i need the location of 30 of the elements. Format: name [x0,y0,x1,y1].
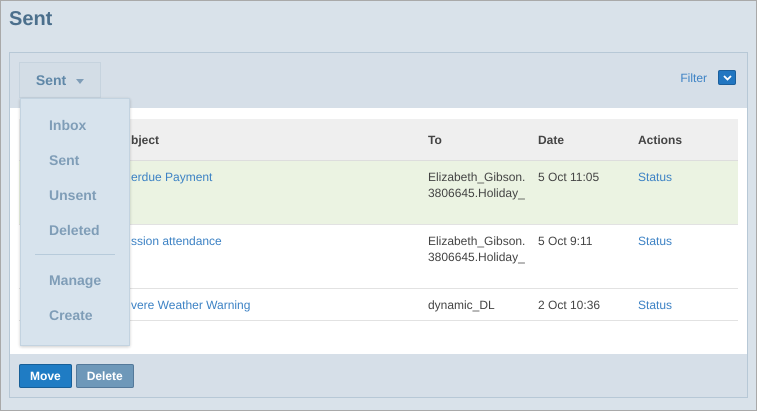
date-cell: 5 Oct 9:11 [538,234,592,248]
subject-link[interactable]: vere Weather Warning [131,298,250,312]
menu-item[interactable]: Deleted [21,213,129,248]
status-link[interactable]: Status [638,170,672,184]
date-cell: 5 Oct 11:05 [538,170,600,184]
status-link[interactable]: Status [638,234,672,248]
column-header: To [428,132,442,146]
menu-item[interactable]: Create [21,298,129,333]
menu-item[interactable]: Manage [21,263,129,298]
page-title: Sent [9,7,54,31]
recipient-cell: Elizabeth_Gibson. 3806645.Holiday_ [428,234,526,264]
date-cell: 2 Oct 10:36 [538,298,600,312]
folder-dropdown-button[interactable]: Sent [19,62,101,98]
column-header: Actions [638,132,682,146]
caret-icon [76,79,84,84]
column-header: Date [538,132,564,146]
subject-link[interactable]: ssion attendance [131,234,222,248]
recipient-cell: Elizabeth_Gibson. 3806645.Holiday_ [428,170,526,200]
filter-toggle-button[interactable] [718,70,736,85]
delete-button[interactable]: Delete [76,364,134,388]
menu-item[interactable]: Sent [21,143,129,178]
column-header: bject [131,132,160,146]
menu-item[interactable]: Unsent [21,178,129,213]
filter-link[interactable]: Filter [680,70,707,84]
subject-link[interactable]: erdue Payment [131,170,212,184]
menu-item[interactable]: Inbox [21,108,129,143]
move-button[interactable]: Move [19,364,72,388]
status-link[interactable]: Status [638,298,672,312]
recipient-cell: dynamic_DL [428,298,495,312]
chevron-down-icon [722,74,732,80]
